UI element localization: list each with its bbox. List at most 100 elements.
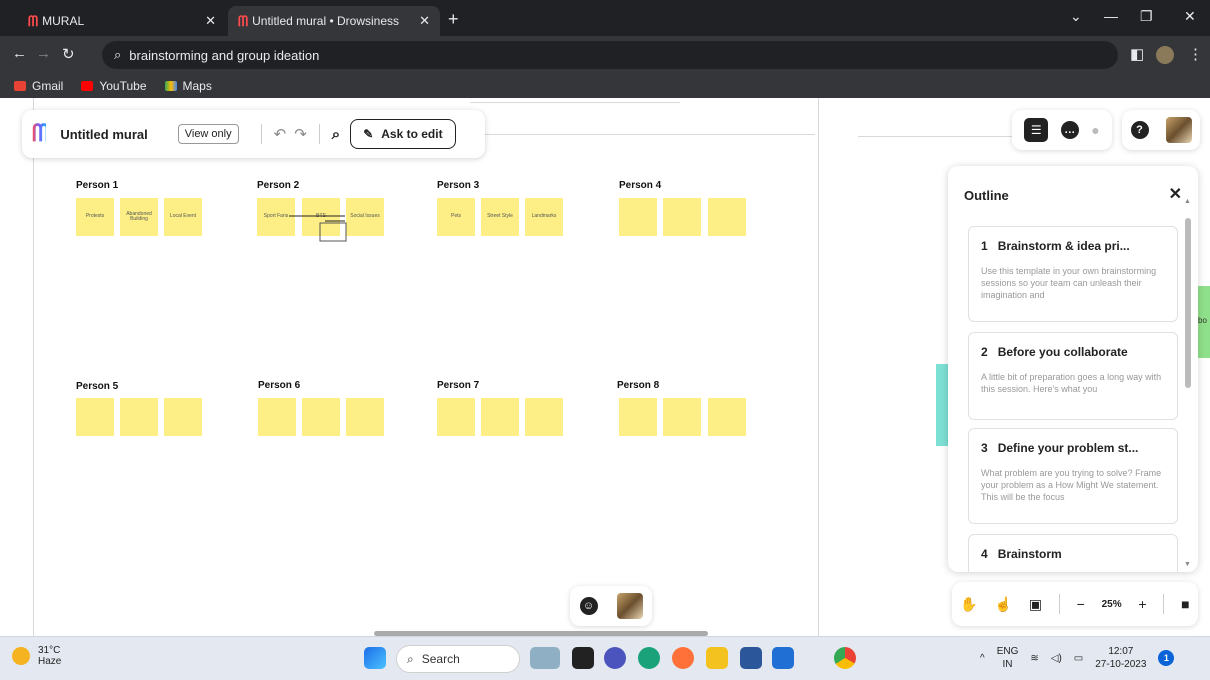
user-avatar[interactable]: [1165, 117, 1192, 143]
edge-icon[interactable]: [638, 647, 660, 669]
chrome-icon[interactable]: [834, 647, 856, 669]
outline-item[interactable]: 3 Define your problem st... What problem …: [968, 428, 1178, 524]
bookmark-maps[interactable]: Maps: [164, 79, 212, 93]
sticky-note[interactable]: Abandoned Building: [120, 198, 158, 236]
notification-badge[interactable]: 1: [1158, 650, 1175, 666]
top-right-controls: ☰ … ●: [1012, 110, 1112, 150]
tab-close-icon[interactable]: ✕: [419, 13, 430, 29]
sticky-note[interactable]: [663, 198, 701, 236]
reload-icon[interactable]: ↻: [62, 45, 75, 63]
widgets-icon[interactable]: [530, 647, 560, 669]
person-label: Person 5: [76, 381, 119, 392]
firefox-icon[interactable]: [672, 647, 694, 669]
profile-avatar[interactable]: [1156, 46, 1174, 64]
bookmark-youtube[interactable]: YouTube: [81, 79, 147, 93]
close-window-icon[interactable]: ✕: [1184, 8, 1196, 25]
sticky-note[interactable]: [346, 398, 384, 436]
scroll-down-icon[interactable]: ▼: [1184, 561, 1191, 568]
sticky-note[interactable]: Pets: [437, 198, 475, 236]
outline-item-title: Brainstorm: [997, 547, 1062, 561]
search-icon[interactable]: ⌕: [332, 126, 340, 143]
emoji-icon[interactable]: ☺: [579, 597, 598, 615]
weather-icon: [12, 647, 30, 665]
sidepanel-icon[interactable]: ◧: [1130, 45, 1144, 63]
map-icon[interactable]: ▣: [1029, 596, 1042, 613]
sticky-note[interactable]: [120, 398, 158, 436]
help-icon[interactable]: ?: [1130, 121, 1149, 139]
sticky-note[interactable]: [619, 198, 657, 236]
outline-item[interactable]: 4 Brainstorm: [968, 534, 1178, 572]
sticky-note[interactable]: [708, 398, 746, 436]
scroll-up-icon[interactable]: ▲: [1184, 198, 1191, 205]
sticky-note[interactable]: [258, 398, 296, 436]
bookmark-gmail[interactable]: Gmail: [14, 79, 63, 93]
outline-item[interactable]: 1 Brainstorm & idea pri... Use this templ…: [968, 226, 1178, 322]
minimize-icon[interactable]: —: [1104, 8, 1118, 24]
scrollbar-thumb[interactable]: [1185, 218, 1191, 388]
zoom-in-icon[interactable]: +: [1138, 596, 1146, 612]
wifi-icon[interactable]: ≋: [1030, 653, 1038, 664]
mural-logo-icon[interactable]: ᗰ: [32, 120, 49, 148]
ask-to-edit-button[interactable]: ✎ Ask to edit: [350, 119, 456, 149]
task-view-icon[interactable]: [572, 647, 594, 669]
collaborator-avatar[interactable]: [616, 593, 643, 619]
outline-icon[interactable]: ☰: [1024, 118, 1049, 142]
omnibox[interactable]: ⌕ brainstorming and group ideation: [102, 41, 1118, 69]
touch-icon[interactable]: ☝: [995, 596, 1012, 613]
person-label: Person 6: [258, 380, 301, 391]
sticky-note[interactable]: [302, 398, 340, 436]
word-icon[interactable]: [740, 647, 762, 669]
sticky-note[interactable]: Landmarks: [525, 198, 563, 236]
sticky-note[interactable]: [619, 398, 657, 436]
language-indicator[interactable]: ENG IN: [997, 645, 1019, 671]
taskbar-search[interactable]: ⌕ Search: [396, 645, 520, 673]
sticky-note[interactable]: [708, 198, 746, 236]
hand-icon[interactable]: ✋: [960, 596, 977, 613]
back-icon[interactable]: ←: [12, 45, 27, 62]
battery-icon[interactable]: ▭: [1074, 653, 1083, 664]
taskbar-search-label: Search: [421, 652, 460, 666]
new-tab-icon[interactable]: +: [448, 9, 459, 30]
tab-close-icon[interactable]: ✕: [205, 13, 216, 29]
mural-title[interactable]: Untitled mural: [60, 127, 147, 142]
toolbar-divider: [318, 124, 320, 144]
zoom-out-icon[interactable]: −: [1077, 596, 1085, 612]
volume-icon[interactable]: ◁): [1051, 653, 1062, 664]
redo-icon[interactable]: ↷: [294, 125, 307, 143]
close-outline-icon[interactable]: ✕: [1169, 184, 1182, 204]
file-explorer-icon[interactable]: [706, 647, 728, 669]
tab-untitled-mural[interactable]: ᗰ Untitled mural • Drowsiness dete ✕: [228, 6, 440, 36]
sticky-note[interactable]: [481, 398, 519, 436]
outline-item-title: Brainstorm & idea pri...: [997, 239, 1130, 253]
sticky-note[interactable]: Protests: [76, 198, 114, 236]
sticky-note[interactable]: Street Style: [481, 198, 519, 236]
windows-start-icon[interactable]: [364, 647, 386, 669]
teams-icon[interactable]: [604, 647, 626, 669]
sticky-note[interactable]: [525, 398, 563, 436]
sticky-note[interactable]: [437, 398, 475, 436]
app-icon[interactable]: [772, 647, 794, 669]
restore-icon[interactable]: ❐: [1140, 8, 1153, 25]
user-icon[interactable]: ●: [1091, 122, 1099, 138]
outline-scrollbar[interactable]: ▲ ▼: [1183, 198, 1193, 568]
sticky-note[interactable]: [76, 398, 114, 436]
sticky-note[interactable]: Local Event: [164, 198, 202, 236]
tab-search-icon[interactable]: ⌄: [1070, 8, 1082, 25]
tab-label: MURAL: [42, 14, 85, 28]
mural-canvas[interactable]: ᗰ Untitled mural View only ↶ ↷ ⌕ ✎ Ask t…: [0, 98, 1210, 636]
chevron-up-icon[interactable]: ^: [980, 653, 985, 664]
minimap-icon[interactable]: ■: [1181, 596, 1189, 612]
sticky-note[interactable]: [663, 398, 701, 436]
undo-icon[interactable]: ↶: [274, 125, 287, 143]
forward-icon[interactable]: →: [36, 45, 51, 62]
sticky-note[interactable]: [164, 398, 202, 436]
menu-icon[interactable]: ⋮: [1188, 45, 1203, 63]
temperature: 31°C: [38, 645, 61, 656]
weather-widget[interactable]: 31°C Haze: [12, 645, 61, 667]
outline-item[interactable]: 2 Before you collaborate A little bit of …: [968, 332, 1178, 420]
browser-tab-bar: ᗰ MURAL ✕ ᗰ Untitled mural • Drowsiness …: [0, 0, 1210, 36]
tab-mural[interactable]: ᗰ MURAL ✕: [18, 6, 226, 36]
comments-icon[interactable]: …: [1060, 121, 1079, 139]
clock[interactable]: 12:07 27-10-2023: [1095, 645, 1146, 671]
date: 27-10-2023: [1095, 659, 1147, 670]
